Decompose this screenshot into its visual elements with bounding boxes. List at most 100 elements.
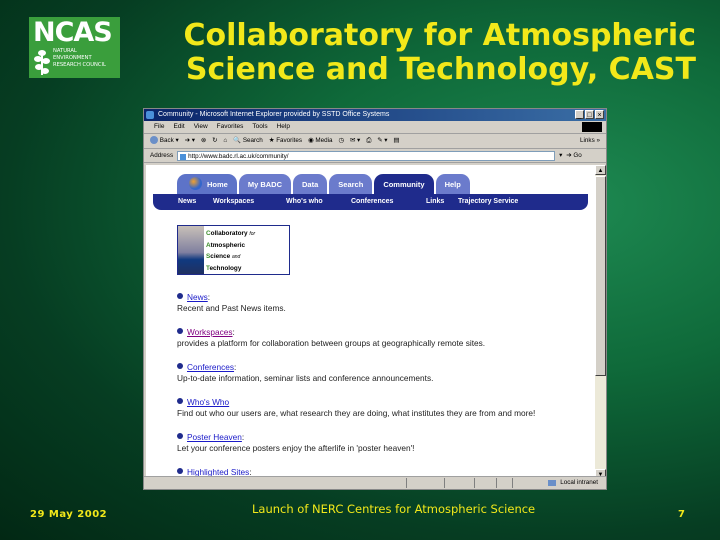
subnav-trajectory-service[interactable]: Trajectory Service [458, 194, 518, 210]
cast-word: ollaboratory [210, 230, 248, 237]
address-label: Address [150, 152, 174, 159]
scroll-thumb[interactable] [595, 176, 606, 376]
item-description: Recent and Past News items. [177, 303, 286, 313]
window-controls: _ □ × [575, 110, 604, 119]
maximize-button[interactable]: □ [585, 110, 594, 119]
list-item: News: Recent and Past News items. [177, 292, 286, 313]
poster-heaven-link[interactable]: Poster Heaven [187, 432, 242, 442]
tab-my-badc[interactable]: My BADC [238, 174, 292, 194]
whos-who-link[interactable]: Who's Who [187, 397, 229, 407]
bullet-icon [177, 433, 183, 439]
bullet-icon [177, 328, 183, 334]
discuss-icon[interactable]: ▤ [393, 134, 399, 148]
site-tab-bar: Home My BADC Data Search Community Help [177, 174, 470, 194]
forward-button[interactable]: ➜ ▾ [185, 134, 195, 148]
go-label: Go [573, 152, 582, 159]
tab-search[interactable]: Search [329, 174, 373, 194]
bullet-icon [177, 293, 183, 299]
menu-bar: File Edit View Favorites Tools Help [144, 121, 606, 134]
tab-data[interactable]: Data [293, 174, 328, 194]
edit-icon[interactable]: ✎ ▾ [377, 134, 387, 148]
vertical-scrollbar[interactable]: ▲ ▼ [595, 165, 606, 479]
slide-title-line1: Collaboratory for Atmospheric [183, 18, 696, 53]
refresh-icon[interactable]: ↻ [212, 134, 217, 148]
tab-home[interactable]: Home [177, 174, 237, 194]
item-description: Up-to-date information, seminar lists an… [177, 373, 434, 383]
cast-logo-image [178, 226, 204, 274]
tab-label: Home [207, 180, 228, 189]
bullet-icon [177, 398, 183, 404]
subnav-links[interactable]: Links [426, 194, 444, 210]
back-button[interactable]: Back ▾ [150, 134, 179, 148]
favorites-label: Favorites [276, 137, 303, 144]
close-button[interactable]: × [595, 110, 604, 119]
item-description: Find out who our users are, what researc… [177, 408, 536, 418]
page-content: Home My BADC Data Search Community Help … [146, 165, 595, 479]
subnav-workspaces[interactable]: Workspaces [213, 194, 254, 210]
tab-community[interactable]: Community [374, 174, 434, 194]
menu-edit[interactable]: Edit [173, 121, 184, 133]
status-zone: Local intranet [548, 477, 598, 489]
back-arrow-icon [150, 136, 158, 145]
address-dropdown-icon[interactable]: ▾ [559, 152, 562, 159]
news-link[interactable]: News [187, 292, 208, 302]
list-item: Who's Who Find out who our users are, wh… [177, 397, 535, 419]
search-label: Search [242, 137, 263, 144]
ie-app-icon [146, 111, 154, 119]
subnav-conferences[interactable]: Conferences [351, 194, 393, 210]
cast-small: and [231, 254, 241, 260]
stop-icon[interactable]: ⊗ [201, 134, 206, 148]
cast-logo: Collaboratory for Atmospheric Science an… [177, 225, 290, 275]
footer-date: 29 May 2002 [30, 509, 108, 520]
window-titlebar: Community - Microsoft Internet Explorer … [144, 109, 606, 121]
address-bar: Address http://www.badc.rl.ac.uk/communi… [144, 149, 606, 163]
item-description: Let your conference posters enjoy the af… [177, 443, 415, 453]
status-divider [474, 478, 475, 488]
browser-window: Community - Microsoft Internet Explorer … [143, 108, 607, 490]
menu-tools[interactable]: Tools [252, 121, 267, 133]
bullet-icon [177, 468, 183, 474]
menu-view[interactable]: View [194, 121, 208, 133]
address-input[interactable]: http://www.badc.rl.ac.uk/community/ [177, 150, 556, 161]
cast-word: echnology [209, 265, 242, 272]
cast-logo-text: Collaboratory for Atmospheric Science an… [206, 228, 255, 274]
subnav-news[interactable]: News [178, 194, 196, 210]
bullet-icon [177, 363, 183, 369]
status-divider [496, 478, 497, 488]
windows-logo-icon [582, 122, 602, 132]
links-label: Links [580, 137, 595, 144]
cast-small: for [249, 231, 256, 237]
menu-file[interactable]: File [154, 121, 164, 133]
minimize-button[interactable]: _ [575, 110, 584, 119]
favorites-button[interactable]: ★ Favorites [269, 134, 302, 148]
mail-icon[interactable]: ✉ ▾ [350, 134, 360, 148]
search-button[interactable]: 🔍 Search [233, 134, 263, 148]
list-item: Workspaces: provides a platform for coll… [177, 327, 486, 348]
scroll-up-icon[interactable]: ▲ [595, 165, 606, 175]
subnav-whos-who[interactable]: Who's who [286, 194, 323, 210]
status-divider [406, 478, 407, 488]
history-icon[interactable]: ◷ [339, 134, 345, 148]
status-divider [512, 478, 513, 488]
links-button[interactable]: Links » [580, 134, 600, 148]
menu-favorites[interactable]: Favorites [217, 121, 244, 133]
window-title: Community - Microsoft Internet Explorer … [158, 111, 390, 118]
cast-word: tmospheric [210, 242, 246, 249]
back-label: Back [159, 137, 174, 144]
menu-help[interactable]: Help [277, 121, 290, 133]
list-item: Poster Heaven: Let your conference poste… [177, 432, 415, 453]
conferences-link[interactable]: Conferences [187, 362, 234, 372]
print-icon[interactable]: ⎙ [366, 134, 371, 148]
footer-title: Launch of NERC Centres for Atmospheric S… [252, 502, 536, 516]
status-bar: Local intranet [144, 476, 606, 489]
slide-title-line2: Science and Technology, CAST [185, 52, 696, 87]
tab-help[interactable]: Help [435, 174, 470, 194]
list-item: Conferences: Up-to-date information, sem… [177, 362, 434, 383]
media-label: Media [315, 137, 333, 144]
media-button[interactable]: ◉ Media [308, 134, 332, 148]
go-button[interactable]: ➔ Go [566, 152, 581, 159]
home-icon[interactable]: ⌂ [223, 134, 227, 148]
toolbar: Back ▾ ➜ ▾ ⊗ ↻ ⌂ 🔍 Search ★ Favorites ◉ … [144, 134, 606, 149]
workspaces-link[interactable]: Workspaces [187, 327, 233, 337]
cast-word: cience [210, 253, 231, 260]
